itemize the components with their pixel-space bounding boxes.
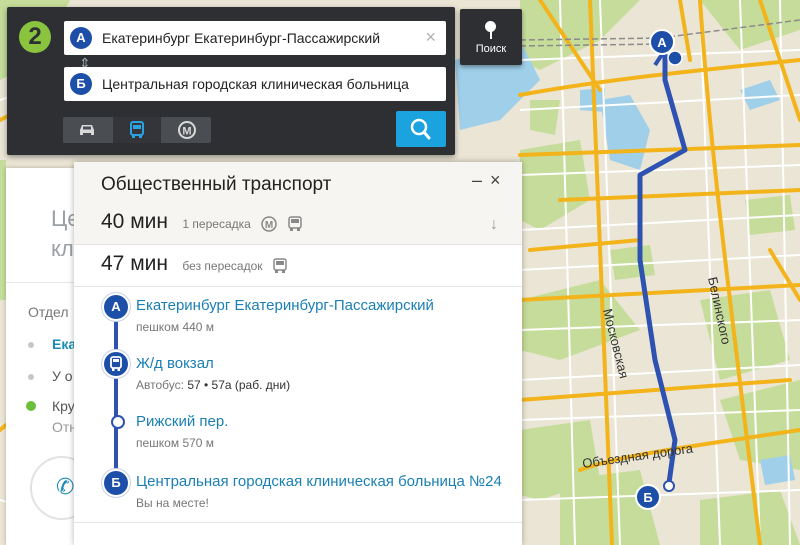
step-name-destination[interactable]: Центральная городская клиническая больни… [136,473,502,490]
from-field[interactable]: А Екатеринбург Екатеринбург-Пассажирский… [64,21,446,55]
route-option-duration: 40 мин [101,210,168,233]
step-name-exit[interactable]: Рижский пер. [136,413,228,430]
pin-b-icon: Б [70,73,92,95]
phone-icon: ✆ [56,474,75,499]
svg-text:А: А [657,35,667,50]
route-option-duration: 47 мин [101,252,168,275]
to-field[interactable]: Б Центральная городская клиническая боль… [64,67,446,101]
route-option-note: 1 пересадка [182,217,251,231]
step-pin-b: Б [104,471,128,495]
panel-title: Общественный транспорт [101,174,332,195]
route-search-box: 2 А Екатеринбург Екатеринбург-Пассажирск… [7,7,455,155]
step-bus-stop [104,352,128,376]
mode-bus[interactable] [113,117,161,143]
step-name-stop[interactable]: Ж/д вокзал [136,355,214,372]
divider [74,244,522,245]
divider [74,286,522,287]
step-detail: пешком 570 м [136,436,215,450]
clear-icon[interactable]: × [425,27,436,48]
bus-icon [287,216,302,231]
map-bus-stop-icon[interactable] [667,50,683,66]
route-steps-line [114,307,118,483]
car-icon [80,125,94,135]
from-input[interactable]: Екатеринбург Екатеринбург-Пассажирский [102,30,432,46]
bus-routes[interactable]: 57 • 57а (раб. дни) [187,378,290,392]
pin-a-icon: А [70,27,92,49]
step-pin-a: А [104,295,128,319]
map-pin-b[interactable]: Б [635,484,661,510]
svg-text:М: М [265,220,273,231]
bullet-icon [28,342,34,348]
metro-icon: М [261,216,278,232]
divider [74,522,522,523]
mode-metro[interactable]: М [163,117,211,143]
step-detail: Автобус: 57 • 57а (раб. дни) [136,378,291,392]
step-detail: Вы на месте! [136,496,209,510]
search-mode-label: Поиск [475,43,507,55]
route-option-1[interactable]: 40 мин 1 пересадка М [101,210,302,240]
step-detail: пешком 440 м [136,320,215,334]
expand-arrow-icon[interactable]: ↓ [490,216,498,234]
clock-icon [26,401,36,411]
mode-car[interactable] [63,117,111,143]
build-route-button[interactable] [396,111,446,147]
public-transport-panel: Общественный транспорт – × 40 мин 1 пере… [74,162,522,545]
svg-text:Б: Б [643,490,652,505]
route-option-2[interactable]: 47 мин без пересадок [101,252,287,282]
bus-icon [110,356,122,371]
map-pin-a[interactable]: А [649,29,675,55]
route-option-note: без пересадок [182,259,263,273]
map-destination-dot [663,480,675,492]
step-dot-icon [111,415,125,429]
to-input[interactable]: Центральная городская клиническая больни… [102,76,432,92]
bus-icon [273,258,287,273]
close-icon[interactable]: × [490,170,501,191]
metro-icon: М [178,121,196,139]
transport-mode-selector: М [63,117,211,143]
bullet-icon [28,374,34,380]
svg-text:М: М [182,126,191,138]
step-name-start[interactable]: Екатеринбург Екатеринбург-Пассажирский [136,297,434,314]
search-icon [410,118,431,140]
search-mode-button[interactable]: Поиск [460,9,522,65]
logo[interactable]: 2 [19,21,51,53]
bus-icon [130,121,144,138]
minimize-icon[interactable]: – [472,170,482,191]
